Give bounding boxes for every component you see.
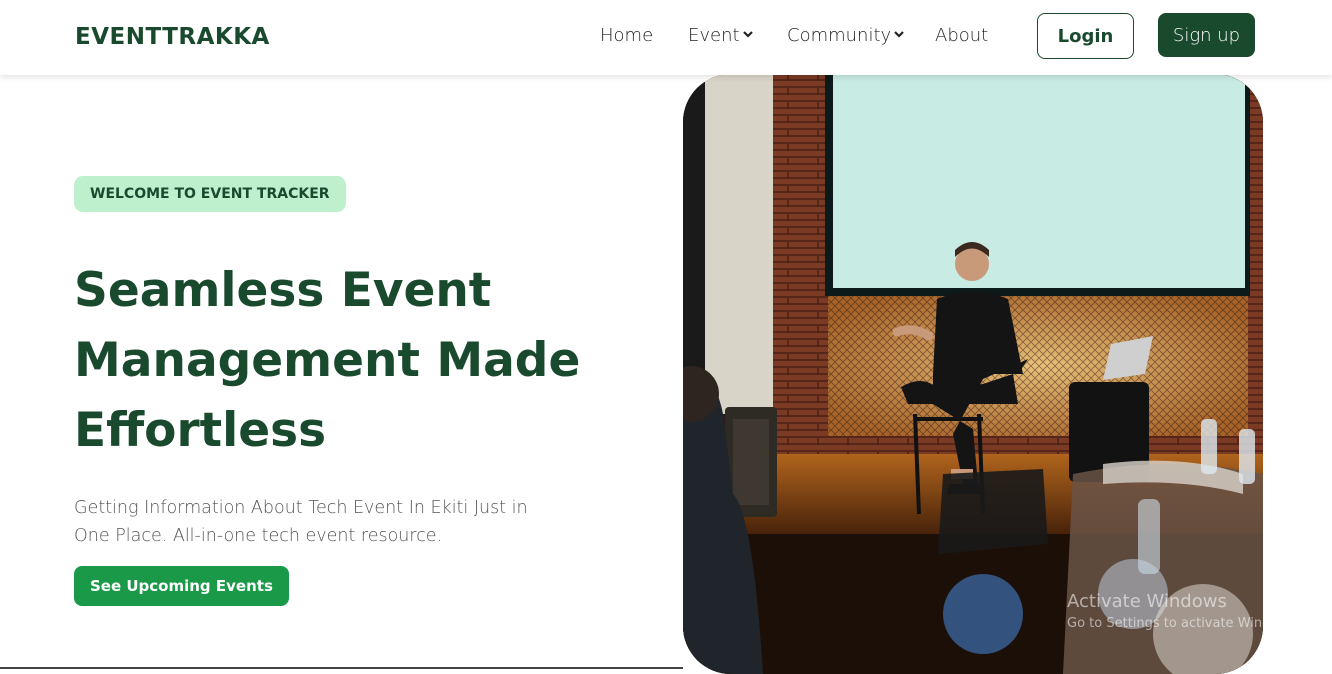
- nav-item-event[interactable]: Event: [688, 25, 753, 46]
- nav-item-about[interactable]: About: [935, 25, 988, 46]
- signup-button[interactable]: Sign up: [1158, 13, 1255, 57]
- chevron-down-icon: [742, 31, 753, 38]
- nav-item-label: About: [935, 25, 989, 46]
- login-button[interactable]: Login: [1037, 13, 1134, 59]
- watermark-title: Activate Windows: [1067, 591, 1227, 612]
- nav-item-label: Home: [600, 25, 654, 46]
- chevron-down-icon: [894, 31, 904, 38]
- watermark-subtitle: Go to Settings to activate Windows.: [1067, 616, 1300, 631]
- headline-line: Management Made: [74, 333, 581, 388]
- hero-subtext: Getting Information About Tech Event In …: [74, 498, 528, 546]
- nav-item-label: Community: [787, 25, 892, 46]
- see-upcoming-events-button[interactable]: See Upcoming Events: [74, 566, 289, 606]
- headline-line: Effortless: [74, 403, 327, 458]
- brand-logo[interactable]: EVENTTRAKKA: [75, 24, 270, 50]
- nav-item-home[interactable]: Home: [600, 25, 653, 46]
- hero-photo: [683, 74, 1263, 674]
- nav-item-label: Event: [688, 25, 740, 46]
- activate-windows-watermark: Activate Windows Go to Settings to activ…: [1067, 591, 1300, 631]
- welcome-badge: WELCOME TO EVENT TRACKER: [74, 176, 346, 212]
- hero-headline: Seamless Event Management Made Effortles…: [74, 256, 594, 466]
- speaker-photo-illustration: [683, 74, 1263, 674]
- top-navbar: EVENTTRAKKA Home Event Community About L…: [0, 0, 1332, 75]
- headline-line: Seamless Event: [74, 263, 492, 318]
- nav-item-community[interactable]: Community: [787, 25, 904, 46]
